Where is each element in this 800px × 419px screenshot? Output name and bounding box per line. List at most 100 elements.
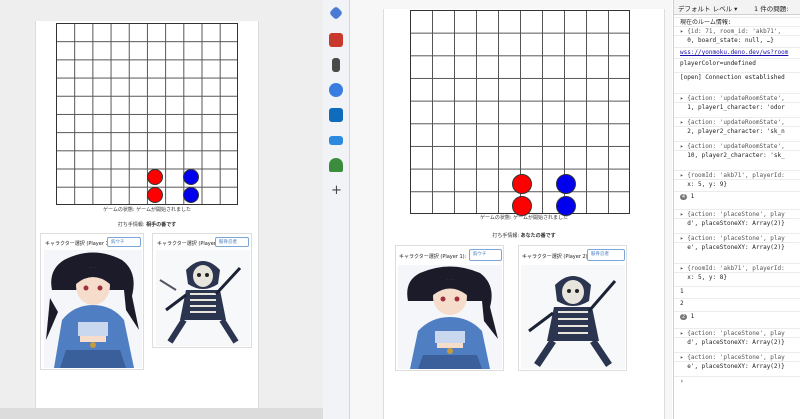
red-stone	[512, 174, 532, 194]
console-separator	[674, 218, 800, 219]
console-line[interactable]: ▸ {action: 'placeStone', play	[680, 235, 800, 242]
player2-select[interactable]: 骸骨忍者	[587, 249, 625, 261]
console-line-text: ▸ {action: 'placeStone', play	[680, 330, 785, 337]
player2-portrait	[521, 265, 625, 369]
log-level-dropdown[interactable]: デフォルト レベル ▾	[678, 3, 737, 13]
console-line[interactable]: ▸ {action: 'updateRoomState',	[680, 95, 800, 102]
console-separator	[674, 58, 800, 59]
console-line[interactable]: [open] Connection established	[680, 74, 800, 81]
console-line-text: x: 5, y: 8}	[680, 274, 727, 281]
console-line[interactable]: 1, player1_character: 'odor	[680, 104, 800, 111]
console-separator	[674, 298, 800, 299]
console-line-text: x: 5, y: 9}	[680, 181, 727, 188]
player1-select[interactable]: 鈎ウチ	[107, 237, 141, 247]
red-stone	[147, 187, 163, 203]
console-line[interactable]: ▸ {action: 'updateRoomState',	[680, 119, 800, 126]
console-separator	[674, 328, 800, 329]
tag-icon[interactable]	[328, 5, 344, 21]
console-line-text: e', placeStoneXY: Array(2)}	[680, 244, 785, 251]
console-line-text: 1	[690, 193, 695, 200]
console-separator	[674, 191, 800, 192]
console-line[interactable]: ▸ {roomId: 'akb71', playerId:	[680, 172, 800, 179]
outlook-icon[interactable]	[329, 108, 343, 122]
player2-label: キャラクター選択 (Player 2):	[522, 254, 590, 260]
console-line[interactable]: x: 5, y: 9}	[680, 181, 800, 188]
console-separator	[674, 47, 800, 48]
console-separator	[674, 286, 800, 287]
console-separator	[674, 72, 800, 73]
turn-value: あなたの番です	[520, 233, 556, 239]
console-line-text: ▸ {action: 'updateRoomState',	[680, 143, 785, 150]
console-line[interactable]: 2 1	[680, 313, 800, 320]
console-line[interactable]: x: 5, y: 8}	[680, 274, 800, 281]
console-line-text: 1	[690, 313, 695, 320]
issues-counter[interactable]: 1 件の問題:	[754, 3, 788, 13]
player1-card: キャラクター選択 (Player 1): 鈎ウチ	[40, 233, 144, 370]
console-line-text: 現在のルーム情報:	[680, 19, 732, 26]
console-separator	[674, 35, 800, 36]
console-line[interactable]: ▸ {roomId: 'akb71', playerId:	[680, 265, 800, 272]
console-line[interactable]: e', placeStoneXY: Array(2)}	[680, 244, 800, 251]
console-separator	[674, 17, 800, 18]
console-line-text: playerColor=undefined	[680, 60, 756, 67]
player1-label: キャラクター選択 (Player 1):	[399, 254, 467, 260]
console-separator	[674, 311, 800, 312]
console-line[interactable]: e', placeStoneXY: Array(2)}	[680, 363, 800, 370]
console-line[interactable]: ▸ {action: 'updateRoomState',	[680, 143, 800, 150]
console-line-text: 2	[680, 300, 684, 307]
console-line[interactable]: ▸ {action: 'placeStone', play	[680, 211, 800, 218]
console-line[interactable]: 現在のルーム情報:	[680, 19, 800, 26]
gear-app-icon[interactable]	[329, 83, 343, 97]
tree-icon[interactable]	[329, 158, 343, 172]
turn-value: 相手の番です	[146, 222, 177, 228]
turn-info: 打ち手情報: 相手の番です	[36, 221, 258, 228]
player1-card: キャラクター選択 (Player 1): 鈎ウチ	[395, 245, 504, 371]
console-line-text: ▸ {action: 'updateRoomState',	[680, 119, 785, 126]
console-line[interactable]: playerColor=undefined	[680, 60, 800, 67]
console-line[interactable]: 4 1	[680, 193, 800, 200]
console-line-text: d', placeStoneXY: Array(2)}	[680, 220, 785, 227]
player2-select[interactable]: 骸骨忍者	[215, 237, 249, 247]
plus-icon[interactable]: +	[331, 184, 342, 197]
devtools-console: デフォルト レベル ▾ 1 件の問題: 現在のルーム情報: ▸ {id: 71, …	[673, 0, 800, 419]
console-separator	[674, 117, 800, 118]
console-separator	[674, 209, 800, 210]
cart-icon[interactable]	[329, 136, 343, 145]
console-line-text: 2, player2_character: 'sk_n	[680, 128, 785, 135]
console-line[interactable]: ▸ {action: 'placeStone', play	[680, 330, 800, 337]
console-line[interactable]: 1	[680, 288, 800, 295]
blue-stone	[556, 196, 576, 216]
player1-select[interactable]: 鈎ウチ	[469, 249, 502, 261]
game-board-right[interactable]	[410, 10, 630, 216]
game-page-left: ゲームの状態: ゲームが開始されました 打ち手情報: 相手の番です キャラクター…	[35, 21, 259, 419]
toolbox-icon[interactable]	[329, 33, 343, 47]
console-line-text: ▸ {action: 'placeStone', play	[680, 211, 785, 218]
chess-icon[interactable]	[332, 58, 340, 72]
console-line-text: ▸ {roomId: 'akb71', playerId:	[680, 172, 785, 179]
console-line[interactable]: 10, player2_character: 'sk_	[680, 152, 800, 159]
console-line[interactable]: ▸ {action: 'placeStone', play	[680, 354, 800, 361]
player1-portrait	[44, 250, 142, 368]
blue-stone	[556, 174, 576, 194]
game-board-left[interactable]	[56, 23, 238, 205]
console-separator	[674, 337, 800, 338]
right-browser-window: ゲームの状態: ゲームが開始されました 打ち手情報: あなたの番です キャラクタ…	[350, 0, 672, 419]
console-line[interactable]: 0, board_state: null, …}	[680, 37, 800, 44]
console-line[interactable]: 2	[680, 300, 800, 307]
console-line-text: ›	[680, 378, 684, 385]
game-status: ゲームの状態: ゲームが開始されました	[103, 207, 191, 213]
game-page-right: ゲームの状態: ゲームが開始されました 打ち手情報: あなたの番です キャラクタ…	[383, 9, 665, 419]
console-line[interactable]: ▸ {id: 71, room_id: 'akb71',	[680, 28, 800, 35]
console-line[interactable]: wss://yonmoku.deno.dev/ws?room	[680, 49, 800, 56]
console-line[interactable]: ›	[680, 378, 800, 385]
player2-card: キャラクター選択 (Player 2): 骸骨忍者	[152, 233, 252, 348]
console-line-text: 1	[680, 288, 684, 295]
turn-info: 打ち手情報: あなたの番です	[384, 232, 664, 239]
console-line-text: ▸ {action: 'placeStone', play	[680, 235, 785, 242]
game-status: ゲームの状態: ゲームが開始されました	[480, 215, 568, 221]
red-stone	[512, 196, 532, 216]
blue-stone	[183, 187, 199, 203]
console-line[interactable]: 2, player2_character: 'sk_n	[680, 128, 800, 135]
console-line[interactable]: d', placeStoneXY: Array(2)}	[680, 220, 800, 227]
console-line[interactable]: d', placeStoneXY: Array(2)}	[680, 339, 800, 346]
